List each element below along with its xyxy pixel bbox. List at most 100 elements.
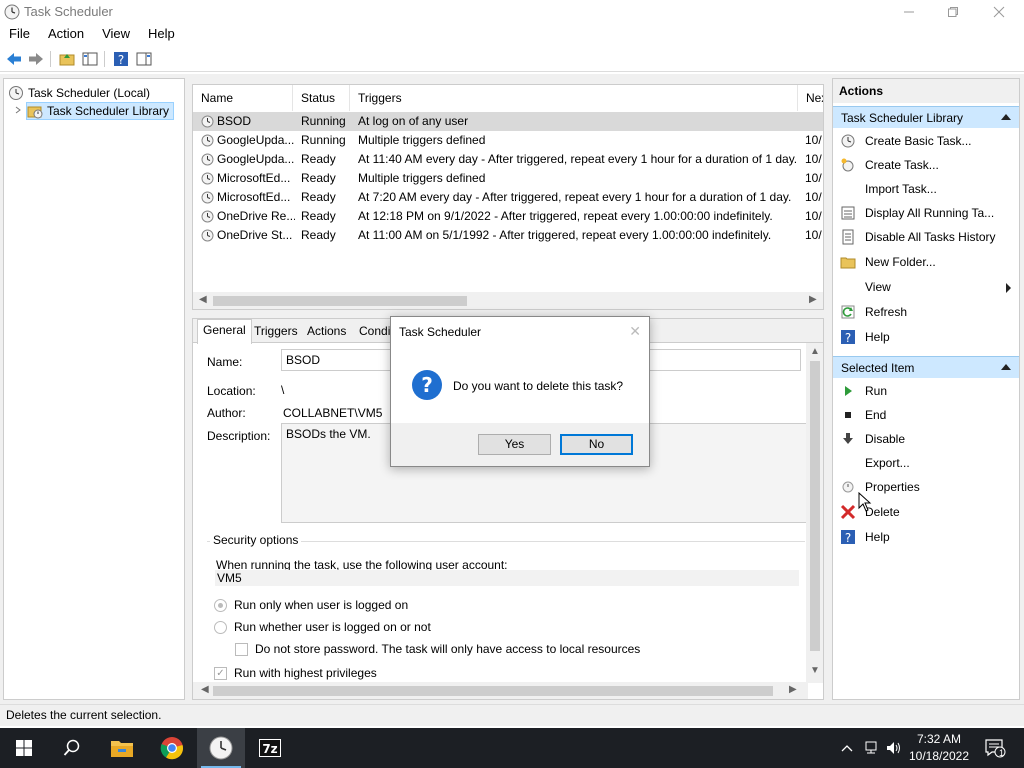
minimize-button[interactable] [886,0,932,24]
network-icon [865,741,877,754]
checkbox-do-not-store-password[interactable] [235,643,248,656]
menu-help[interactable]: Help [139,24,184,44]
radio-logged-on[interactable] [214,599,227,612]
restore-button[interactable] [930,0,976,24]
scroll-right-icon[interactable]: ▶ [809,294,817,305]
menu-view[interactable]: View [93,24,139,44]
action-help-selected[interactable]: ? Help [833,525,1019,549]
tab-general[interactable]: General [197,319,252,344]
action-export[interactable]: Export... [833,451,1019,475]
volume-tray-button[interactable] [884,728,904,768]
column-header-next-run[interactable]: Nex [798,85,823,111]
collapse-icon[interactable] [1001,114,1011,120]
tab-triggers[interactable]: Triggers [249,321,303,343]
scroll-down-icon[interactable]: ▼ [810,665,820,676]
task-triggers: At 7:20 AM every day - After triggered, … [358,190,792,204]
show-hide-console-tree-button[interactable] [80,49,100,69]
checkbox-highest-privileges[interactable]: ✓ [214,667,227,680]
action-disable[interactable]: Disable [833,427,1019,451]
task-next-run: 10/ [805,209,822,223]
toolbar: ? [0,46,1024,72]
menu-action[interactable]: Action [39,24,93,44]
close-button[interactable] [976,0,1022,24]
task-name: GoogleUpda... [217,152,295,166]
notifications-button[interactable]: 1 [980,728,1010,768]
scrollbar-thumb[interactable] [213,686,773,696]
taskbar-clock[interactable]: 7:32 AM 10/18/2022 [904,731,974,765]
task-scheduler-taskbar-button[interactable] [197,728,245,768]
yes-button[interactable]: Yes [478,434,551,455]
back-button[interactable] [4,49,24,69]
file-explorer-taskbar-button[interactable] [98,728,146,768]
help-icon: ? [841,530,855,545]
scroll-right-icon[interactable]: ▶ [789,684,797,695]
up-folder-button[interactable] [57,49,77,69]
delete-x-icon [840,504,856,520]
scroll-up-icon[interactable]: ▲ [810,346,820,357]
column-header-name[interactable]: Name [193,85,293,111]
scrollbar-thumb[interactable] [810,361,820,651]
help-toolbar-button[interactable]: ? [111,49,131,69]
help-icon: ? [114,52,128,67]
action-label: End [865,408,887,422]
table-row[interactable]: GoogleUpda... Running Multiple triggers … [193,131,823,150]
column-header-status[interactable]: Status [293,85,350,111]
table-row[interactable]: BSOD Running At log on of any user [193,112,823,131]
section-label: Task Scheduler Library [841,111,964,125]
svg-text:?: ? [421,373,433,397]
action-run[interactable]: Run [833,379,1019,403]
start-button[interactable] [0,728,48,768]
action-refresh[interactable]: Refresh [833,300,1019,324]
action-disable-tasks-history[interactable]: Disable All Tasks History [833,225,1019,249]
table-row[interactable]: OneDrive Re... Ready At 12:18 PM on 9/1/… [193,207,823,226]
action-label: View [865,280,891,294]
table-row[interactable]: MicrosoftEd... Ready Multiple triggers d… [193,169,823,188]
details-vertical-scrollbar[interactable]: ▲ ▼ [806,343,823,683]
section-task-scheduler-library[interactable]: Task Scheduler Library [833,106,1019,128]
chevron-right-icon[interactable] [14,106,22,114]
chrome-taskbar-button[interactable] [148,728,196,768]
action-help[interactable]: ? Help [833,325,1019,349]
radio-logged-on-or-not[interactable] [214,621,227,634]
details-horizontal-scrollbar[interactable]: ◀ ▶ [193,682,808,699]
task-next-run: 10/ [805,190,822,204]
action-view[interactable]: View [833,275,1019,299]
collapse-icon[interactable] [1001,364,1011,370]
menu-file[interactable]: File [0,24,39,44]
task-list-horizontal-scrollbar[interactable]: ◀ ▶ [193,292,823,309]
task-clock-icon [201,134,214,147]
forward-button[interactable] [26,49,46,69]
tree-item-local[interactable]: Task Scheduler (Local) [8,84,150,102]
scroll-left-icon[interactable]: ◀ [201,684,209,695]
no-button[interactable]: No [560,434,633,455]
scroll-left-icon[interactable]: ◀ [199,294,207,305]
author-label: Author: [207,406,246,420]
security-options-title: Security options [210,533,302,547]
section-selected-item[interactable]: Selected Item [833,356,1019,378]
author-value: COLLABNET\VM5 [283,406,383,420]
7zip-taskbar-button[interactable]: 7z [246,728,294,768]
tab-actions[interactable]: Actions [302,321,351,343]
show-hidden-icons-button[interactable] [838,728,856,768]
action-new-folder[interactable]: New Folder... [833,250,1019,274]
action-display-running-tasks[interactable]: Display All Running Ta... [833,201,1019,225]
table-row[interactable]: OneDrive St... Ready At 11:00 AM on 5/1/… [193,226,823,245]
action-create-task[interactable]: Create Task... [833,153,1019,177]
table-row[interactable]: GoogleUpda... Ready At 11:40 AM every da… [193,150,823,169]
action-import-task[interactable]: Import Task... [833,177,1019,201]
dialog-close-icon[interactable]: ✕ [629,323,641,340]
action-end[interactable]: End [833,403,1019,427]
folder-icon [840,257,856,269]
action-create-basic-task[interactable]: Create Basic Task... [833,129,1019,153]
search-button[interactable] [48,728,96,768]
history-icon [842,229,854,245]
table-row[interactable]: MicrosoftEd... Ready At 7:20 AM every da… [193,188,823,207]
action-label: New Folder... [865,255,936,269]
task-status: Running [301,133,346,147]
column-header-triggers[interactable]: Triggers [350,85,798,111]
tree-item-library[interactable]: Task Scheduler Library [26,102,175,120]
description-label: Description: [207,429,271,443]
show-hide-action-pane-button[interactable] [134,49,154,69]
scrollbar-thumb[interactable] [213,296,467,306]
network-tray-button[interactable] [860,728,882,768]
